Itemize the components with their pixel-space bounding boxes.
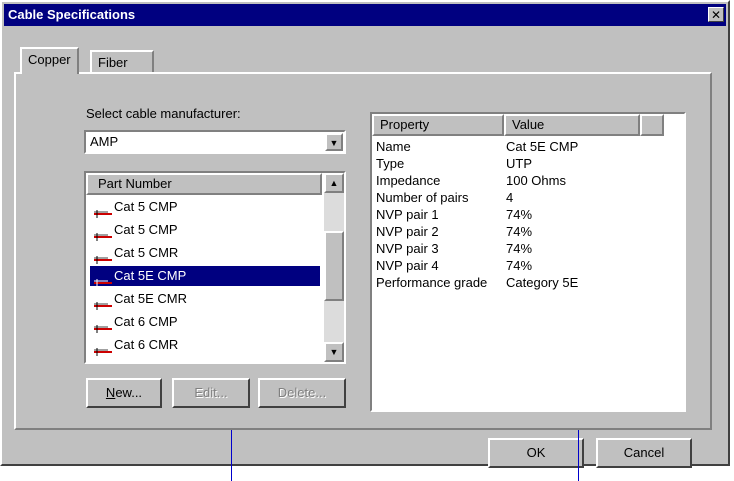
arrow-up-icon: ▲ xyxy=(329,178,339,188)
part-number-list[interactable]: Part Number Cat 5 CMP Cat 5 CMP Cat 5 CMR C… xyxy=(84,171,346,364)
property-row[interactable]: Performance grade Category 5E xyxy=(376,274,676,291)
tab-fiber[interactable]: Fiber xyxy=(90,50,154,74)
ok-button-label: OK xyxy=(526,445,546,460)
part-number-item[interactable]: Cat 5 CMR xyxy=(90,243,179,264)
window-title: Cable Specifications xyxy=(8,7,136,22)
edit-button[interactable]: Edit... xyxy=(172,378,250,408)
property-row[interactable]: Type UTP xyxy=(376,155,676,172)
property-name: NVP pair 1 xyxy=(376,207,439,222)
manufacturer-select[interactable]: AMP ▼ xyxy=(84,130,346,154)
tab-fiber-label: Fiber xyxy=(98,55,128,70)
part-number-item[interactable]: Cat 6 CMR xyxy=(90,335,179,356)
property-name: Name xyxy=(376,139,411,154)
scroll-up-button[interactable]: ▲ xyxy=(324,173,344,193)
part-number-item[interactable]: Cat 5 CMP xyxy=(90,220,178,241)
property-name: Performance grade xyxy=(376,275,488,290)
property-row[interactable]: Number of pairs 4 xyxy=(376,189,676,206)
property-value: 4 xyxy=(506,190,514,205)
cable-icon xyxy=(94,227,112,241)
properties-list[interactable]: Property Value Name Cat 5E CMP Type UTP Impe… xyxy=(370,112,686,412)
part-number-item[interactable]: Cat 5 CMP xyxy=(90,197,178,218)
property-value: Category 5E xyxy=(506,275,579,290)
cancel-button-label: Cancel xyxy=(623,445,665,460)
property-value: Cat 5E CMP xyxy=(506,139,579,154)
manufacturer-label: Select cable manufacturer: xyxy=(86,106,241,121)
blank-column-header xyxy=(640,114,664,136)
ok-button[interactable]: OK xyxy=(488,438,584,468)
part-number-label: Cat 5 CMP xyxy=(114,222,178,237)
property-row[interactable]: NVP pair 4 74% xyxy=(376,257,676,274)
cable-icon xyxy=(94,204,112,218)
property-value: 74% xyxy=(506,207,533,222)
property-column-header[interactable]: Property xyxy=(372,114,504,136)
property-value: UTP xyxy=(506,156,532,171)
part-number-label: Cat 5 CMP xyxy=(114,199,178,214)
arrow-down-icon: ▼ xyxy=(329,347,339,357)
chevron-down-icon: ▼ xyxy=(329,138,339,148)
property-value: 74% xyxy=(506,258,533,273)
part-number-item[interactable]: Cat 6 CMP xyxy=(90,312,178,333)
cable-icon xyxy=(94,342,112,356)
title-bar: Cable Specifications ✕ xyxy=(4,4,726,26)
cable-specifications-dialog: Cable Specifications ✕ Copper Fiber Sele… xyxy=(0,0,730,468)
property-value: 100 Ohms xyxy=(506,173,566,188)
tab-copper-label: Copper xyxy=(28,52,71,67)
property-row[interactable]: Impedance 100 Ohms xyxy=(376,172,676,189)
value-column-header[interactable]: Value xyxy=(504,114,640,136)
property-name: NVP pair 4 xyxy=(376,258,439,273)
part-number-label: Cat 5 CMR xyxy=(114,245,179,260)
delete-button[interactable]: Delete... xyxy=(258,378,346,408)
property-name: Number of pairs xyxy=(376,190,469,205)
manufacturer-dropdown-button[interactable]: ▼ xyxy=(325,133,343,151)
close-button[interactable]: ✕ xyxy=(708,7,724,22)
property-value: 74% xyxy=(506,224,533,239)
cable-icon xyxy=(94,250,112,264)
new-button-label: New... xyxy=(105,385,143,400)
property-row[interactable]: NVP pair 1 74% xyxy=(376,206,676,223)
cable-icon xyxy=(94,319,112,333)
close-icon: ✕ xyxy=(710,8,722,22)
property-name: Type xyxy=(376,156,405,171)
part-number-header[interactable]: Part Number xyxy=(86,173,322,195)
property-name: NVP pair 3 xyxy=(376,241,439,256)
property-row[interactable]: Name Cat 5E CMP xyxy=(376,138,676,155)
new-button[interactable]: New... xyxy=(86,378,162,408)
cable-icon xyxy=(94,273,112,287)
property-row[interactable]: NVP pair 2 74% xyxy=(376,223,676,240)
delete-button-label: Delete... xyxy=(277,385,327,400)
cable-icon xyxy=(94,296,112,310)
manufacturer-select-value: AMP xyxy=(90,134,119,149)
copper-tab-panel: Select cable manufacturer: AMP ▼ Part Nu… xyxy=(14,72,712,430)
part-list-scrollbar[interactable]: ▲ ▼ xyxy=(324,173,344,362)
property-value: 74% xyxy=(506,241,533,256)
scroll-down-button[interactable]: ▼ xyxy=(324,342,344,362)
part-number-label: Cat 5E CMP xyxy=(114,268,187,283)
property-row[interactable]: NVP pair 3 74% xyxy=(376,240,676,257)
tab-copper[interactable]: Copper xyxy=(20,47,79,74)
part-number-label: Cat 6 CMR xyxy=(114,337,179,352)
cancel-button[interactable]: Cancel xyxy=(596,438,692,468)
part-number-item[interactable]: Cat 5E CMP xyxy=(90,266,320,287)
property-name: Impedance xyxy=(376,173,441,188)
scroll-thumb[interactable] xyxy=(324,231,344,301)
part-number-item[interactable]: Cat 5E CMR xyxy=(90,289,187,310)
part-number-label: Cat 6 CMP xyxy=(114,314,178,329)
property-name: NVP pair 2 xyxy=(376,224,439,239)
part-number-label: Cat 5E CMR xyxy=(114,291,187,306)
edit-button-label: Edit... xyxy=(194,385,228,400)
